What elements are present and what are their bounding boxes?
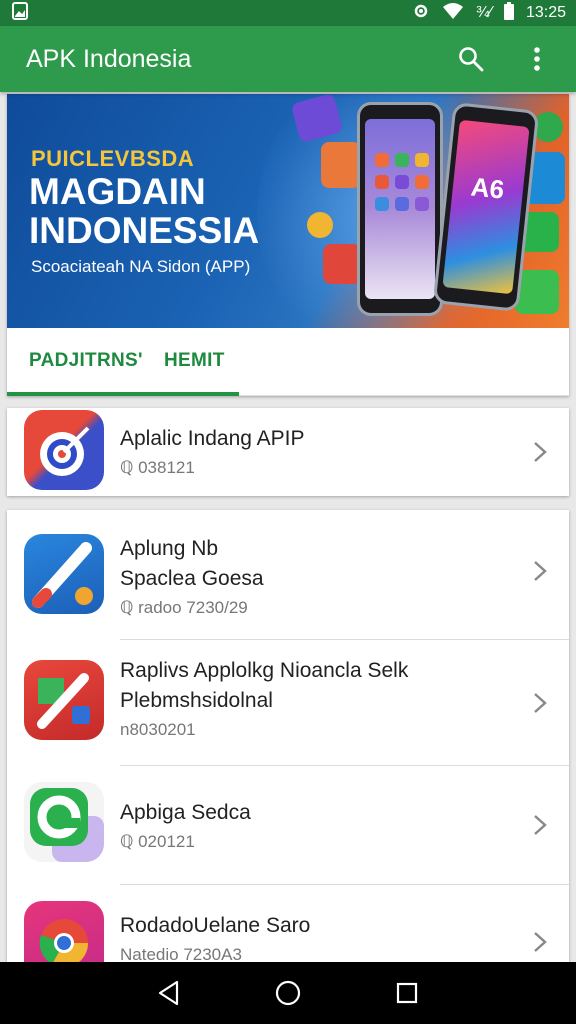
app-meta: ℚ radoo 7230/29 (120, 598, 248, 617)
app-list-card: Aplung Nb Spaclea Goesa ℚ radoo 7230/29 … (7, 510, 569, 970)
banner-title: MAGDAIN INDONESSIA (29, 172, 259, 250)
tab-second[interactable]: HEMIT (164, 350, 225, 372)
back-button[interactable] (154, 978, 184, 1008)
chevron-right-icon (534, 932, 547, 952)
phone-left (357, 102, 443, 316)
pen-app-icon (24, 534, 104, 614)
clock: 13:25 (525, 4, 566, 21)
phone-badge: A6 (469, 171, 506, 205)
settings-gear-icon (412, 2, 430, 25)
green-c-app-icon (24, 782, 104, 862)
list-item[interactable]: Aplung Nb Spaclea Goesa ℚ radoo 7230/29 (7, 510, 569, 639)
battery-icon (503, 1, 514, 25)
chevron-right-icon (534, 442, 547, 462)
app-title-line1: Apbiga Sedca (120, 801, 251, 824)
app-meta: ℚ 020121 (120, 832, 195, 851)
navigation-bar (0, 962, 576, 1024)
battery-percent: ¾⁄ (475, 4, 492, 21)
recents-square-icon (396, 982, 417, 1004)
home-circle-icon (275, 980, 301, 1006)
home-button[interactable] (273, 978, 303, 1008)
app-meta: ℚ 038121 (120, 458, 195, 477)
chevron-right-icon (534, 693, 547, 713)
gallery-notification-icon (12, 1, 28, 25)
chrome-style-app-icon (24, 901, 104, 970)
app-title: Aplalic Indang APIP (120, 427, 305, 450)
red-robot-decoration (323, 244, 361, 284)
app-title-line2: Plebmshsidolnal (120, 689, 273, 712)
banner-title-line1: MAGDAIN (29, 171, 206, 212)
orange-app-decoration (321, 142, 361, 188)
tab-indicator (7, 392, 239, 396)
app-meta: n8030201 (120, 720, 196, 739)
back-triangle-icon (159, 980, 179, 1006)
wifi-icon (442, 2, 464, 25)
recents-button[interactable] (392, 978, 422, 1008)
list-item[interactable]: RodadoUelane Saro Natedio 7230A3 (7, 885, 569, 970)
status-bar: ¾⁄ 13:25 (0, 0, 576, 26)
app-bar: APK Indonesia (0, 26, 576, 92)
chevron-right-icon (534, 561, 547, 581)
pencil-app-icon (24, 660, 104, 740)
more-vertical-icon (534, 47, 540, 71)
app-title: APK Indonesia (26, 44, 192, 73)
banner-title-line2: INDONESSIA (29, 210, 260, 251)
search-icon (459, 47, 484, 72)
status-indicators: ¾⁄ 13:25 (412, 1, 566, 25)
tab-bar: PADJITRNS' HEMIT (7, 328, 569, 396)
app-title-line2: Spaclea Goesa (120, 567, 264, 590)
list-item-featured[interactable]: Aplalic Indang APIP ℚ 038121 (7, 408, 569, 496)
target-app-icon (24, 410, 104, 490)
overflow-menu-button[interactable] (522, 44, 552, 74)
list-item[interactable]: Apbiga Sedca ℚ 020121 (7, 766, 569, 884)
banner-subtitle: Scoaciateah NA Sidon (APP) (31, 257, 251, 276)
search-button[interactable] (456, 44, 486, 74)
featured-app-card: Aplalic Indang APIP ℚ 038121 (7, 408, 569, 496)
chevron-right-icon (534, 815, 547, 835)
tab-first[interactable]: PADJITRNS' (29, 350, 143, 372)
banner-card: A6 PUICLEVBSDA MAGDAIN INDONESSIA Scoaci… (7, 94, 569, 396)
app-title-line1: RodadoUelane Saro (120, 914, 311, 937)
banner-eyebrow: PUICLEVBSDA (31, 146, 195, 171)
yellow-gear-decoration (307, 212, 333, 238)
list-item[interactable]: Raplivs Applolkg Nioancla Selk Plebmshsi… (7, 640, 569, 765)
app-title-line1: Raplivs Applolkg Nioancla Selk (120, 659, 409, 682)
promo-banner[interactable]: A6 PUICLEVBSDA MAGDAIN INDONESSIA Scoaci… (7, 94, 569, 328)
app-title-line1: Aplung Nb (120, 537, 219, 560)
